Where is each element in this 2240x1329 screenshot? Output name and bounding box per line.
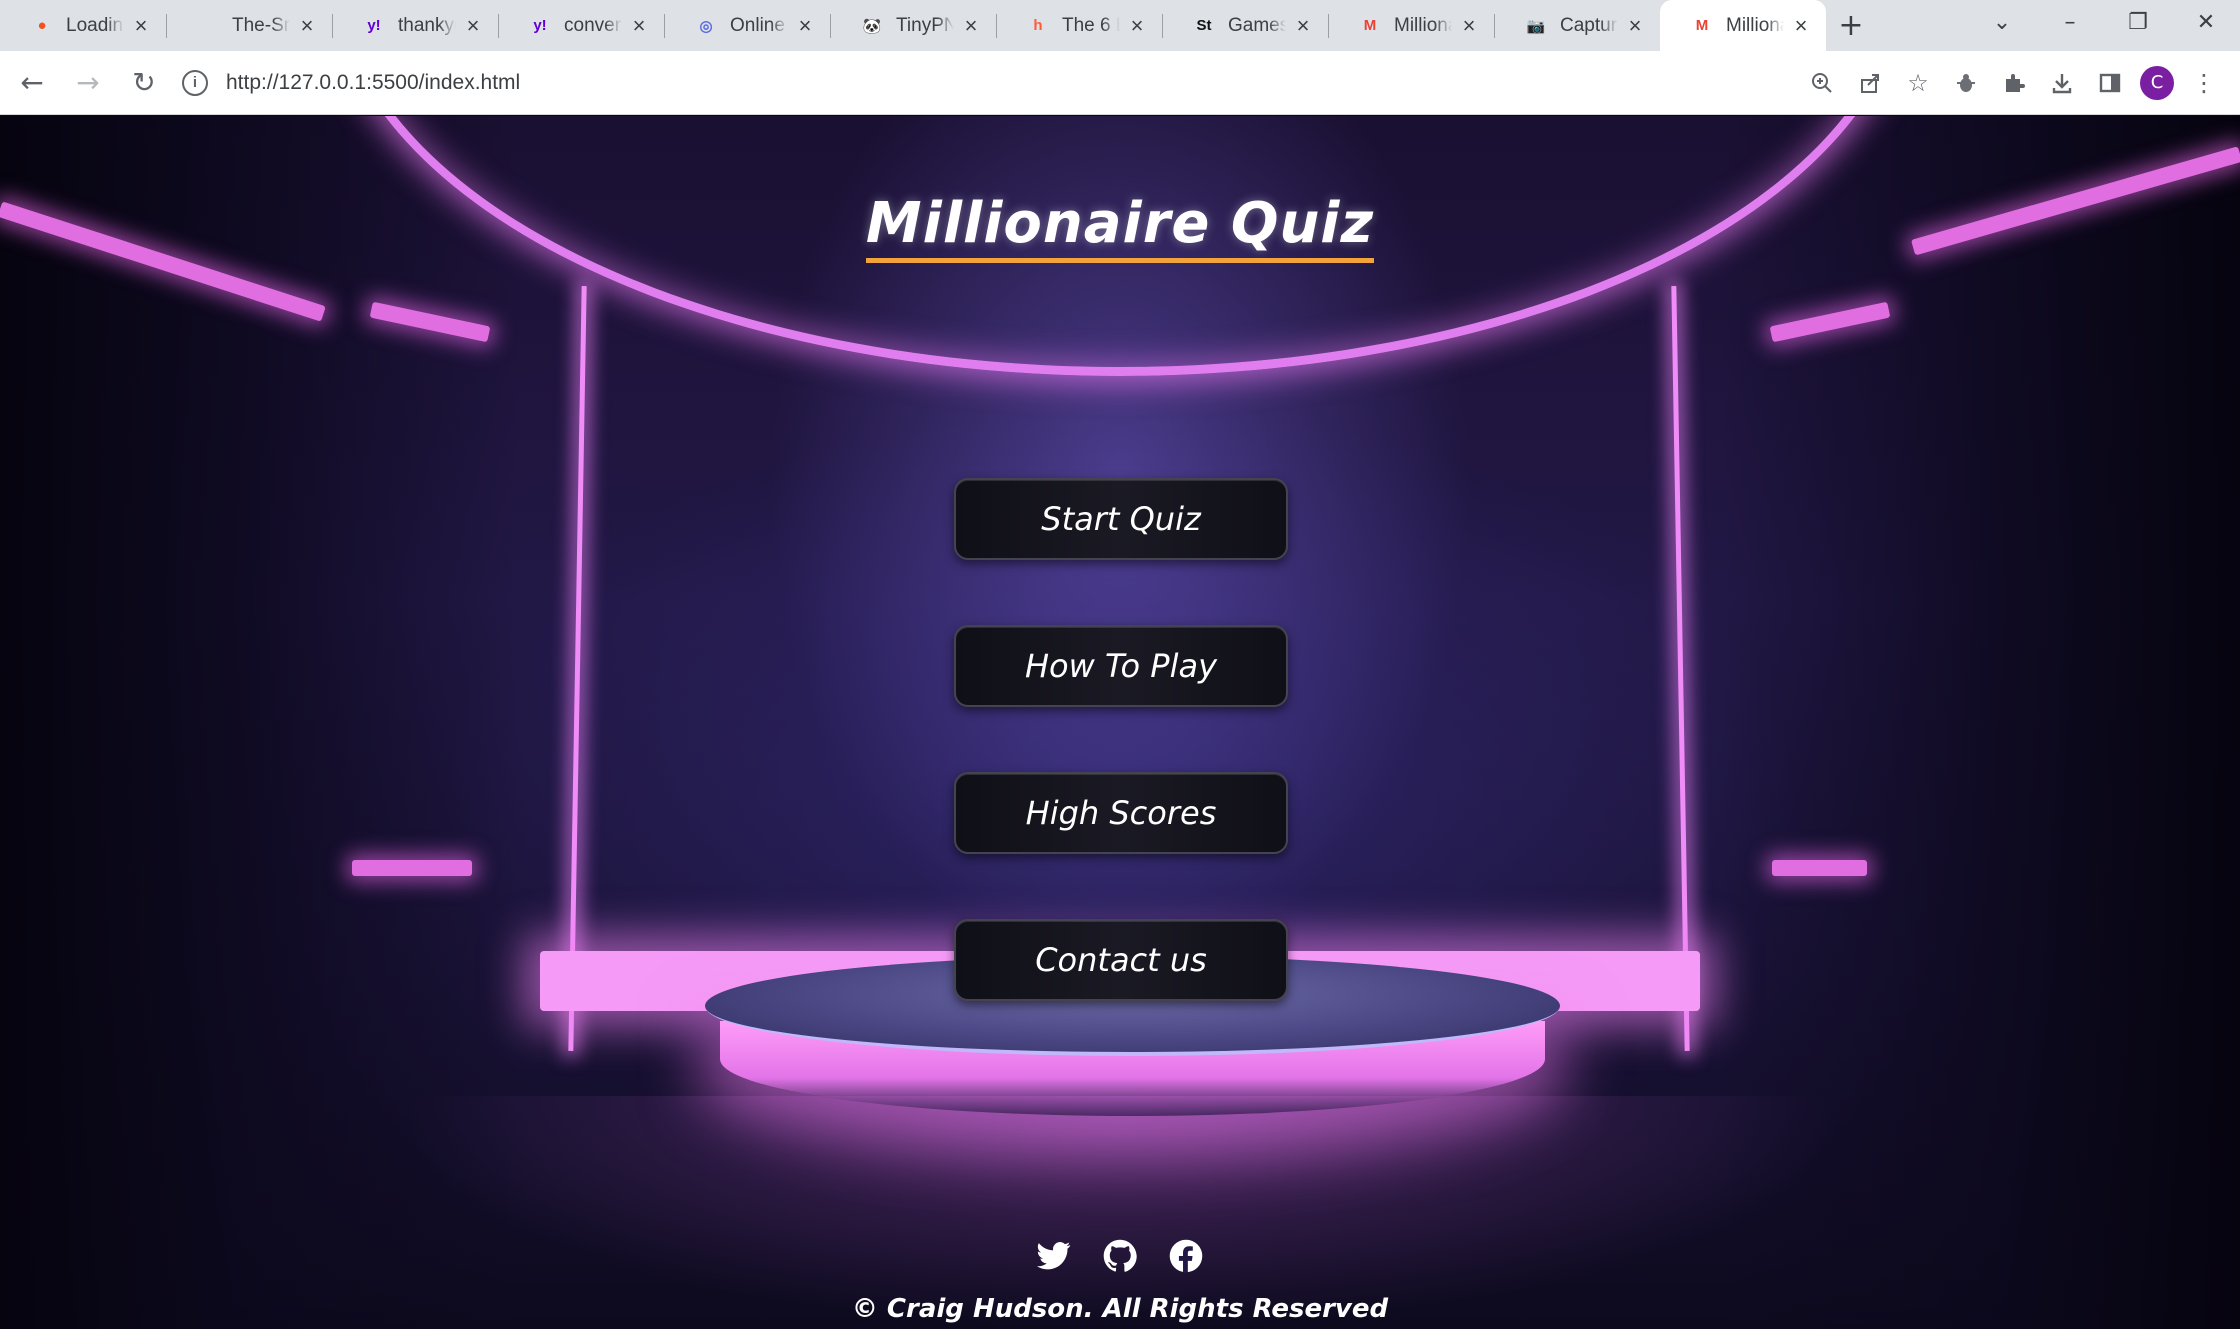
online-converter-icon: ◎	[699, 17, 713, 35]
minimize-button[interactable]: –	[2036, 0, 2104, 44]
close-tab-icon[interactable]: ×	[1624, 13, 1646, 39]
close-tab-icon[interactable]: ×	[1790, 13, 1812, 39]
bookmark-star-icon[interactable]: ☆	[1900, 65, 1936, 101]
close-tab-icon[interactable]: ×	[1458, 13, 1480, 39]
browser-tab[interactable]: M Millionai ×	[1328, 0, 1494, 51]
copyright-text: © Craig Hudson. All Rights Reserved	[851, 1294, 1389, 1324]
side-panel-icon[interactable]	[2092, 65, 2128, 101]
browser-toolbar: ← → ↻ i http://127.0.0.1:5500/index.html…	[0, 51, 2240, 115]
close-tab-icon[interactable]: ×	[130, 13, 152, 39]
restore-button[interactable]: ❐	[2104, 0, 2172, 44]
page-title: Millionaire Quiz	[0, 191, 2240, 263]
window-controls: ⌄ – ❐ ✕	[1968, 0, 2240, 44]
close-tab-icon[interactable]: ×	[794, 13, 816, 39]
browser-tab[interactable]: y! convert t ×	[498, 0, 664, 51]
browser-tab[interactable]: ● Loading ×	[0, 0, 166, 51]
menu-kebab-icon[interactable]: ⋮	[2186, 65, 2222, 101]
camera-icon: 📷	[1526, 17, 1546, 35]
yahoo-icon: y!	[367, 17, 381, 34]
tab-title: convert t	[564, 14, 622, 36]
browser-tab[interactable]: h The 6 Be ×	[996, 0, 1162, 51]
facebook-icon[interactable]	[1168, 1238, 1204, 1274]
tab-title: Online C	[730, 14, 788, 36]
tab-title: Loading	[66, 14, 124, 36]
browser-tab[interactable]: 📷 Capture ×	[1494, 0, 1660, 51]
tab-title: The-Smo	[232, 14, 290, 36]
social-links	[1036, 1238, 1204, 1274]
neon-stripe-right-low	[1772, 860, 1867, 876]
tab-title: TinyPNG	[896, 14, 954, 36]
browser-tab[interactable]: M Millionai ×	[1660, 0, 1826, 51]
close-tab-icon[interactable]: ×	[296, 13, 318, 39]
download-icon[interactable]	[2044, 65, 2080, 101]
browser-tab[interactable]: The-Smo ×	[166, 0, 332, 51]
tab-title: Gamesho	[1228, 14, 1286, 36]
panda-icon: 🐼	[862, 17, 882, 35]
browser-tab-strip: ● Loading × The-Smo × y! thankyou × y! convert t ×…	[0, 0, 2240, 51]
loading-icon: ●	[37, 17, 47, 34]
tab-title: Capture	[1560, 14, 1618, 36]
browser-tab[interactable]: St Gamesho ×	[1162, 0, 1328, 51]
twitter-icon[interactable]	[1036, 1238, 1072, 1274]
tab-title: thankyou	[398, 14, 456, 36]
close-tab-icon[interactable]: ×	[1126, 13, 1148, 39]
neon-stripe-left-low	[352, 860, 472, 876]
browser-tab[interactable]: y! thankyou ×	[332, 0, 498, 51]
start-quiz-button[interactable]: Start Quiz	[954, 478, 1288, 560]
new-tab-button[interactable]: +	[1826, 0, 1876, 51]
github-icon	[196, 14, 220, 38]
page-title-text: Millionaire Quiz	[865, 191, 1375, 263]
tab-title: Millionai	[1726, 14, 1784, 36]
site-info-icon[interactable]: i	[182, 69, 208, 96]
back-button[interactable]: ←	[8, 59, 56, 107]
tab-title: Millionai	[1394, 14, 1452, 36]
contact-us-button[interactable]: Contact us	[954, 919, 1288, 1001]
url-text[interactable]: http://127.0.0.1:5500/index.html	[226, 71, 520, 95]
browser-tab[interactable]: 🐼 TinyPNG ×	[830, 0, 996, 51]
tab-list: ● Loading × The-Smo × y! thankyou × y! convert t ×…	[0, 0, 1826, 51]
yahoo-icon: y!	[533, 17, 547, 34]
address-bar[interactable]: i http://127.0.0.1:5500/index.html	[182, 59, 1742, 107]
tab-search-chevron-icon[interactable]: ⌄	[1968, 0, 2036, 44]
neon-pillar-right	[1671, 286, 1690, 1051]
hubspot-icon: h	[1033, 17, 1043, 34]
shutterstock-icon: St	[1196, 17, 1212, 34]
close-tab-icon[interactable]: ×	[1292, 13, 1314, 39]
close-tab-icon[interactable]: ×	[628, 13, 650, 39]
forward-button[interactable]: →	[64, 59, 112, 107]
zoom-icon[interactable]	[1804, 65, 1840, 101]
browser-tab[interactable]: ◎ Online C ×	[664, 0, 830, 51]
reload-button[interactable]: ↻	[120, 59, 168, 107]
neon-pillar-left	[568, 286, 587, 1051]
high-scores-button[interactable]: High Scores	[954, 772, 1288, 854]
close-window-button[interactable]: ✕	[2172, 0, 2240, 44]
close-tab-icon[interactable]: ×	[462, 13, 484, 39]
bug-extension-icon[interactable]	[1948, 65, 1984, 101]
toolbar-actions: ☆ C ⋮	[1804, 65, 2240, 101]
how-to-play-button[interactable]: How To Play	[954, 625, 1288, 707]
close-tab-icon[interactable]: ×	[960, 13, 982, 39]
page-viewport: Millionaire Quiz Start Quiz How To Play Hi…	[0, 116, 2240, 1329]
share-icon[interactable]	[1852, 65, 1888, 101]
main-menu: Start Quiz How To Play High Scores Contact …	[954, 478, 1288, 1001]
gmail-icon: M	[1363, 17, 1377, 34]
extensions-puzzle-icon[interactable]	[1996, 65, 2032, 101]
tab-title: The 6 Be	[1062, 14, 1120, 36]
gmail-icon: M	[1695, 17, 1709, 34]
profile-avatar[interactable]: C	[2140, 65, 2174, 100]
github-icon[interactable]	[1102, 1238, 1138, 1274]
